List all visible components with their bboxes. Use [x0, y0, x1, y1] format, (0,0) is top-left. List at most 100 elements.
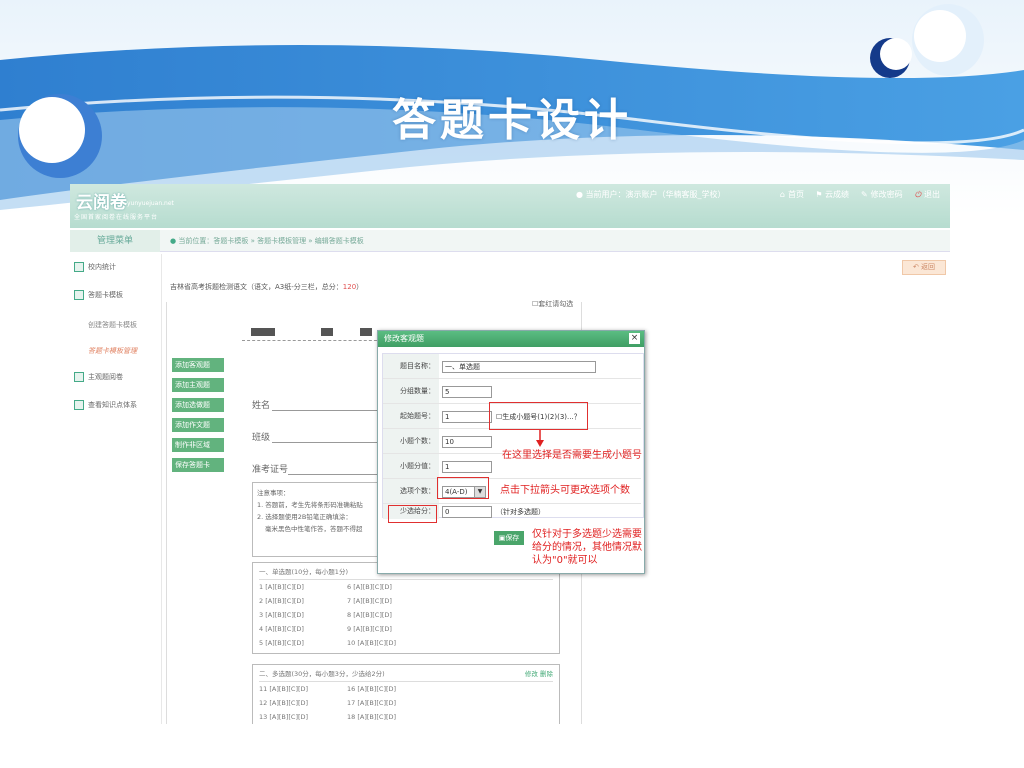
dialog-save-button[interactable]: ▣保存 — [494, 531, 524, 545]
field-label: 题目名称： — [383, 354, 439, 378]
save-card-button[interactable]: 保存答题卡 — [172, 458, 224, 472]
sidebar-item-subjective-marking[interactable]: 主观题阅卷 — [74, 368, 123, 386]
sidebar-item-label: 查看知识点体系 — [88, 401, 137, 409]
back-button-label: 返回 — [921, 263, 936, 271]
field-label: 分组数量： — [383, 379, 439, 403]
paper-title: 吉林省高考拆题检测语文（语文，A3纸-分三栏，总分：120） — [170, 282, 363, 292]
question-count-input[interactable]: 10 — [442, 436, 492, 448]
sheet-cut-line — [242, 340, 382, 341]
sidebar-item-school-stats[interactable]: 校内统计 — [74, 258, 116, 276]
multi-select-note: （针对多选题） — [496, 508, 545, 516]
group-count-input[interactable]: 5 — [442, 386, 492, 398]
question-row: 4 [A][B][C][D] — [259, 625, 304, 633]
app-logo-domain: yunyuejuan.net — [127, 200, 174, 207]
doc-icon — [74, 372, 84, 382]
sidebar-item-label: 答题卡模板 — [88, 291, 123, 299]
partial-score-input[interactable]: 0 — [442, 506, 492, 518]
question-row: 17 [A][B][C][D] — [347, 699, 397, 707]
name-label: 姓名 — [252, 401, 271, 411]
annotation-option-count: 点击下拉箭头可更改选项个数 — [500, 485, 630, 496]
field-label: 起始题号： — [383, 404, 439, 428]
field-row-groups: 分组数量： 5 — [383, 379, 641, 404]
make-non-area-button[interactable]: 制作非区域 — [172, 438, 224, 452]
back-button[interactable]: ↶ 返回 — [902, 260, 946, 275]
section-header: 二、多选题(30分，每小题3分，少选给2分) — [259, 670, 385, 678]
title-input[interactable]: 一、单选题 — [442, 361, 596, 373]
edit-link[interactable]: 修改 — [525, 670, 538, 678]
app-header: 云阅卷 yunyuejuan.net 全国首家阅卷在线服务平台 ● 当前用户：演… — [70, 184, 950, 228]
top-nav: ⌂ 首页 ⚑ 云成绩 ✎ 修改密码 ⏻ 退出 — [780, 189, 940, 200]
location-pin-icon: ● — [170, 237, 177, 245]
sidebar-sub-manage-template[interactable]: 答题卡模板管理 — [88, 346, 137, 356]
field-label: 小题个数： — [383, 429, 439, 453]
tree-icon — [74, 400, 84, 410]
slide-title: 答题卡设计 — [392, 95, 632, 146]
class-label: 班级 — [252, 433, 271, 443]
question-row: 18 [A][B][C][D] — [347, 713, 397, 721]
sheet-marker — [251, 328, 275, 336]
sheet-marker — [321, 328, 333, 336]
app-screenshot: 云阅卷 yunyuejuan.net 全国首家阅卷在线服务平台 ● 当前用户：演… — [70, 184, 950, 724]
ticket-line — [288, 474, 380, 475]
close-icon[interactable]: × — [629, 333, 640, 344]
question-row: 16 [A][B][C][D] — [347, 685, 397, 693]
notes-title: 注意事项： — [257, 489, 290, 497]
add-essay-button[interactable]: 添加作文题 — [172, 418, 224, 432]
add-objective-button[interactable]: 添加客观题 — [172, 358, 224, 372]
nav-cloud-score[interactable]: ⚑ 云成绩 — [816, 189, 849, 200]
app-logo-slogan: 全国首家阅卷在线服务平台 — [74, 214, 159, 221]
delete-link[interactable]: 删除 — [540, 670, 553, 678]
question-section-multi[interactable]: 二、多选题(30分，每小题3分，少选给2分) 修改 删除 11 [A][B][C… — [252, 664, 560, 724]
annotation-line: 给分的情况，其他情况默 — [532, 542, 642, 553]
app-logo: 云阅卷 — [76, 193, 127, 213]
sidebar-item-card-template[interactable]: 答题卡模板 — [74, 286, 123, 304]
paper-title-suffix: ） — [356, 283, 364, 291]
question-row: 3 [A][B][C][D] — [259, 611, 304, 619]
question-row: 12 [A][B][C][D] — [259, 699, 309, 707]
paper-title-prefix: 吉林省高考拆题检测语文（语文，A3纸-分三栏，总分： — [170, 283, 343, 291]
home-icon: ⌂ — [779, 190, 785, 199]
card-icon — [74, 290, 84, 300]
class-line — [272, 442, 380, 443]
start-number-input[interactable]: 1 — [442, 411, 492, 423]
notes-line: 1. 答题前，考生先将条形码准确粘贴 — [257, 501, 363, 509]
add-subjective-button[interactable]: 添加主观题 — [172, 378, 224, 392]
dialog-title: 修改客观题 — [384, 334, 424, 343]
nav-change-password[interactable]: ✎ 修改密码 — [861, 189, 903, 200]
breadcrumb: ● 当前位置：答题卡模板 » 答题卡模板管理 » 编辑答题卡模板 — [170, 236, 364, 246]
breadcrumb-text[interactable]: 当前位置：答题卡模板 » 答题卡模板管理 » 编辑答题卡模板 — [178, 237, 363, 245]
highlight-partial-score — [388, 505, 437, 523]
sidebar-item-label: 主观题阅卷 — [88, 373, 123, 381]
annotation-line: 仅针对于多选题少选需要 — [532, 529, 642, 540]
field-label: 选项个数： — [383, 479, 439, 503]
notes-line: 毫米黑色中性笔作答，答题不得超 — [265, 525, 363, 533]
nav-home[interactable]: ⌂ 首页 — [780, 189, 804, 200]
current-user: ● 当前用户：演示账户（华楠客服_学校） — [576, 189, 726, 200]
section-header: 一、单选题(10分，每小题1分) — [259, 568, 348, 576]
user-icon: ● — [576, 190, 583, 199]
down-arrow-icon — [536, 430, 544, 447]
annotation-gen-subnumber: 在这里选择是否需要生成小题号 — [502, 450, 642, 461]
question-row: 6 [A][B][C][D] — [347, 583, 392, 591]
sidebar-sub-create-template[interactable]: 创建答题卡模板 — [88, 320, 137, 330]
question-section-single[interactable]: 一、单选题(10分，每小题1分) 1 [A][B][C][D] 2 [A][B]… — [252, 562, 560, 654]
save-label: 保存 — [505, 534, 520, 542]
annotation-line: 认为"0"就可以 — [532, 555, 598, 566]
current-user-text: 当前用户：演示账户（华楠客服_学校） — [585, 190, 726, 199]
flag-icon: ⚑ — [815, 190, 822, 199]
question-row: 5 [A][B][C][D] — [259, 639, 304, 647]
field-label: 小题分值： — [383, 454, 439, 478]
sidebar: 校内统计 答题卡模板 创建答题卡模板 答题卡模板管理 主观题阅卷 查看知识点体系 — [70, 254, 162, 724]
back-arrow-icon: ↶ — [912, 263, 919, 271]
question-row: 11 [A][B][C][D] — [259, 685, 309, 693]
notes-line: 2. 选择题使用2B铅笔正确填涂： — [257, 513, 352, 521]
nav-logout[interactable]: ⏻ 退出 — [915, 189, 940, 200]
question-score-input[interactable]: 1 — [442, 461, 492, 473]
add-optional-button[interactable]: 添加选做题 — [172, 398, 224, 412]
menu-head: 管理菜单 — [70, 230, 160, 252]
dialog-title-bar: 修改客观题 × — [378, 331, 644, 347]
pencil-icon: ✎ — [860, 190, 868, 199]
sidebar-item-knowledge-system[interactable]: 查看知识点体系 — [74, 396, 137, 414]
highlight-gen-subnumber — [489, 402, 588, 430]
question-row: 2 [A][B][C][D] — [259, 597, 304, 605]
